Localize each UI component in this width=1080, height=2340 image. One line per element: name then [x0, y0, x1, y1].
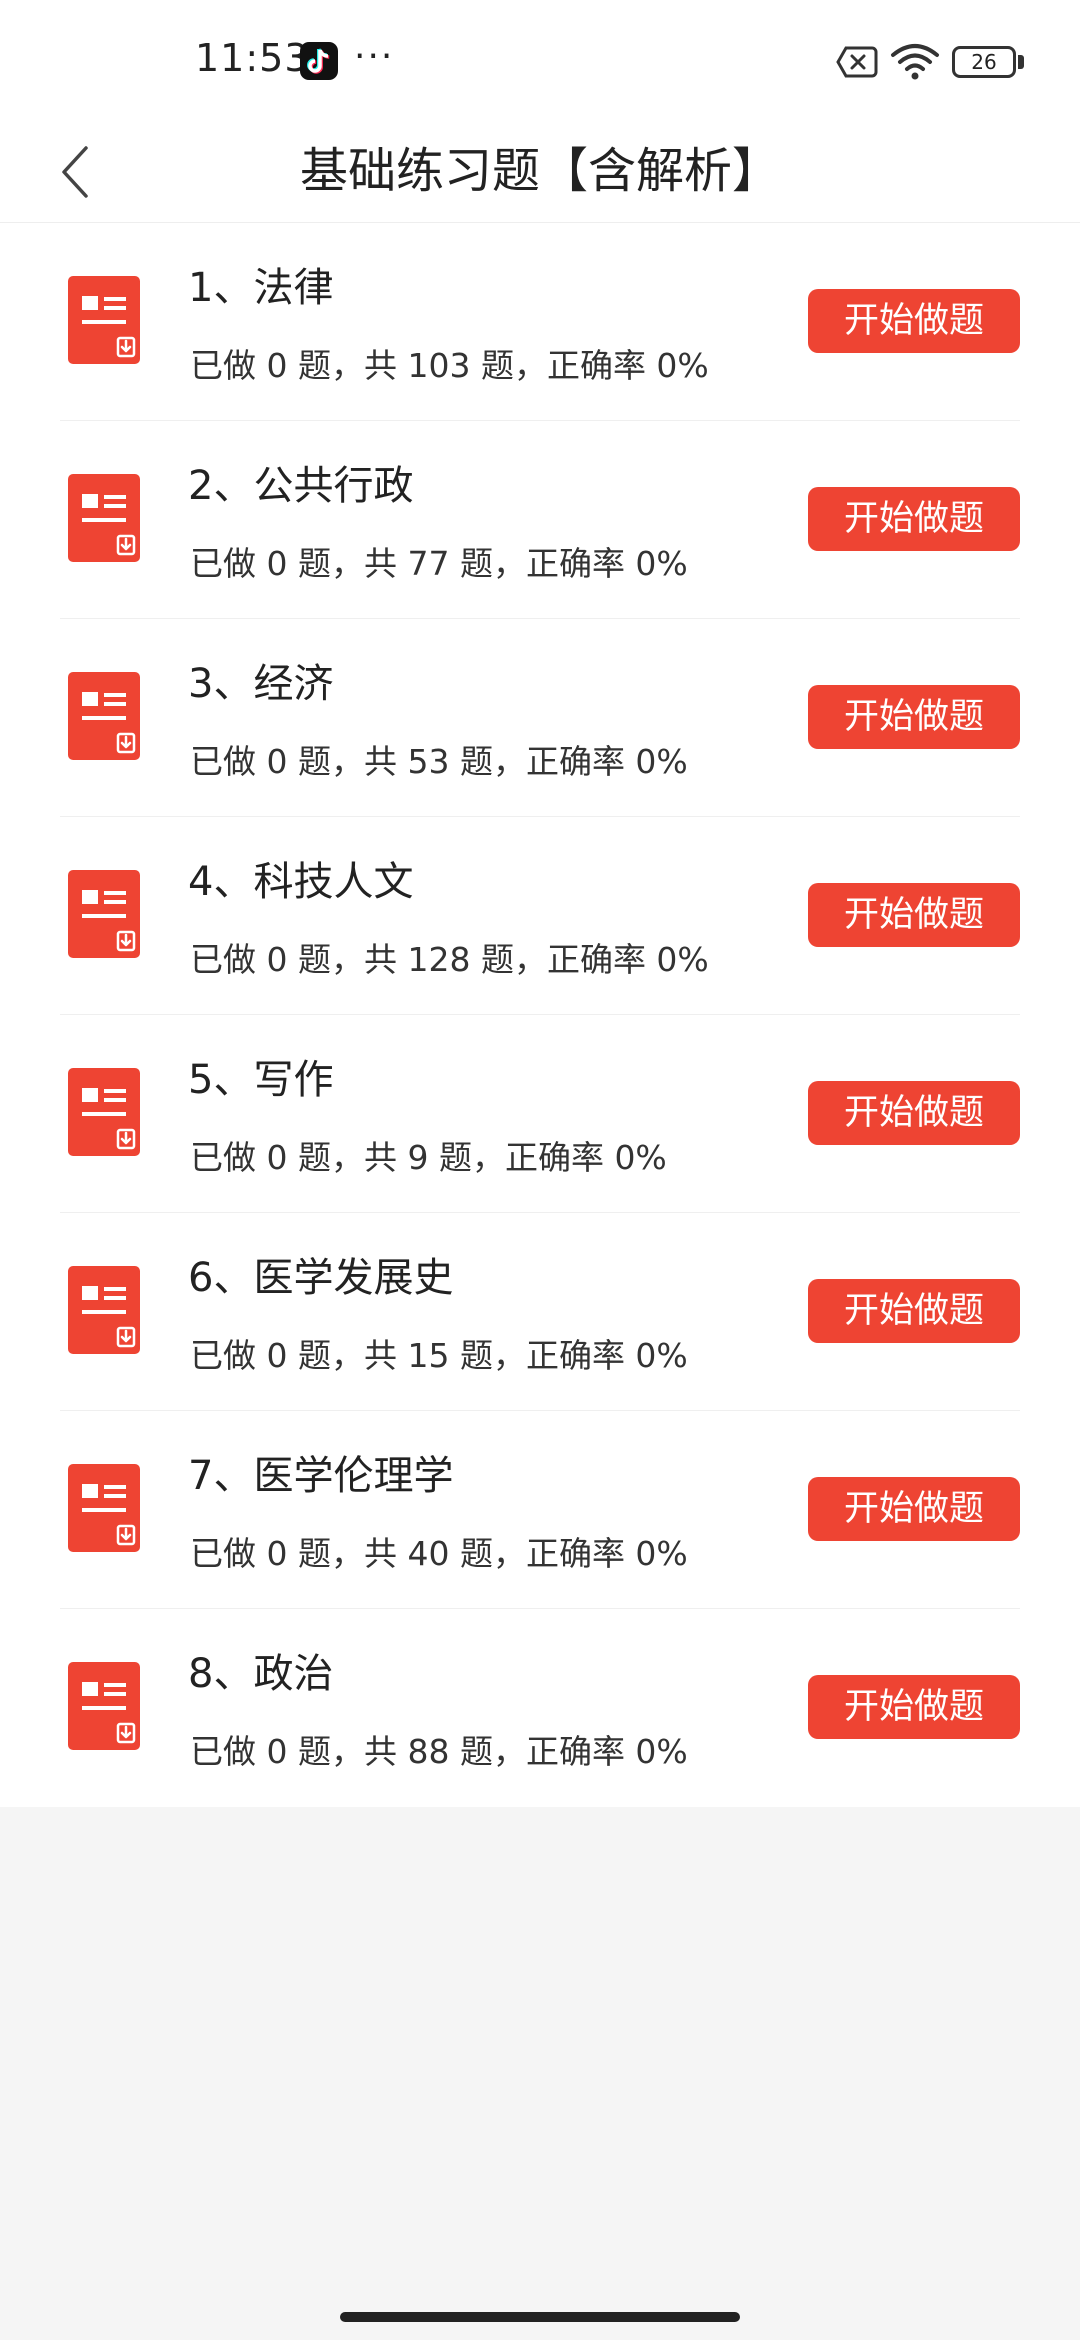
document-icon: [68, 672, 140, 760]
item-stats: 已做 0 题，共 9 题，正确率 0%: [190, 1138, 667, 1177]
sim-off-icon: [836, 46, 878, 78]
status-time: 11:53: [195, 36, 310, 80]
start-practice-button[interactable]: 开始做题: [808, 1675, 1020, 1739]
item-stats: 已做 0 题，共 53 题，正确率 0%: [190, 742, 688, 781]
item-title: 2、公共行政: [188, 463, 414, 509]
document-icon: [68, 1662, 140, 1750]
list-item[interactable]: 3、经济 已做 0 题，共 53 题，正确率 0% 开始做题: [60, 619, 1020, 817]
item-stats: 已做 0 题，共 88 题，正确率 0%: [190, 1732, 688, 1771]
item-title: 6、医学发展史: [188, 1255, 454, 1301]
start-practice-button[interactable]: 开始做题: [808, 1279, 1020, 1343]
document-icon: [68, 1464, 140, 1552]
status-more-indicator: ···: [354, 36, 395, 77]
document-icon: [68, 474, 140, 562]
home-indicator[interactable]: [340, 2312, 740, 2322]
item-title: 3、经济: [188, 661, 334, 707]
item-stats: 已做 0 题，共 40 题，正确率 0%: [190, 1534, 688, 1573]
list-item[interactable]: 7、医学伦理学 已做 0 题，共 40 题，正确率 0% 开始做题: [60, 1411, 1020, 1609]
start-practice-button[interactable]: 开始做题: [808, 1477, 1020, 1541]
list-item[interactable]: 6、医学发展史 已做 0 题，共 15 题，正确率 0% 开始做题: [60, 1213, 1020, 1411]
back-button[interactable]: [36, 132, 116, 212]
item-title: 7、医学伦理学: [188, 1453, 454, 1499]
start-practice-button[interactable]: 开始做题: [808, 883, 1020, 947]
list-item[interactable]: 4、科技人文 已做 0 题，共 128 题，正确率 0% 开始做题: [60, 817, 1020, 1015]
chevron-left-icon: [62, 146, 88, 198]
start-practice-button[interactable]: 开始做题: [808, 1081, 1020, 1145]
list-item[interactable]: 1、法律 已做 0 题，共 103 题，正确率 0% 开始做题: [60, 223, 1020, 421]
battery-cap: [1018, 55, 1024, 69]
item-stats: 已做 0 题，共 128 题，正确率 0%: [190, 940, 709, 979]
tiktok-icon: [300, 42, 338, 80]
item-title: 1、法律: [188, 265, 334, 311]
item-stats: 已做 0 题，共 103 题，正确率 0%: [190, 346, 709, 385]
document-icon: [68, 870, 140, 958]
start-practice-button[interactable]: 开始做题: [808, 487, 1020, 551]
battery-level: 26: [971, 50, 997, 74]
status-bar: 11:53 ··· 26: [0, 0, 1080, 120]
nav-bar: 基础练习题【含解析】: [0, 120, 1080, 223]
start-practice-button[interactable]: 开始做题: [808, 685, 1020, 749]
document-icon: [68, 276, 140, 364]
item-title: 4、科技人文: [188, 859, 414, 905]
item-title: 5、写作: [188, 1057, 334, 1103]
document-icon: [68, 1068, 140, 1156]
list-item[interactable]: 2、公共行政 已做 0 题，共 77 题，正确率 0% 开始做题: [60, 421, 1020, 619]
practice-list: 1、法律 已做 0 题，共 103 题，正确率 0% 开始做题 2、公共行政 已…: [0, 223, 1080, 1807]
document-icon: [68, 1266, 140, 1354]
wifi-icon: [890, 42, 940, 82]
item-title: 8、政治: [188, 1651, 334, 1697]
item-stats: 已做 0 题，共 77 题，正确率 0%: [190, 544, 688, 583]
list-item[interactable]: 5、写作 已做 0 题，共 9 题，正确率 0% 开始做题: [60, 1015, 1020, 1213]
list-item[interactable]: 8、政治 已做 0 题，共 88 题，正确率 0% 开始做题: [60, 1609, 1020, 1807]
item-stats: 已做 0 题，共 15 题，正确率 0%: [190, 1336, 688, 1375]
battery-icon: 26: [952, 46, 1016, 78]
page-title: 基础练习题【含解析】: [299, 143, 780, 199]
start-practice-button[interactable]: 开始做题: [808, 289, 1020, 353]
